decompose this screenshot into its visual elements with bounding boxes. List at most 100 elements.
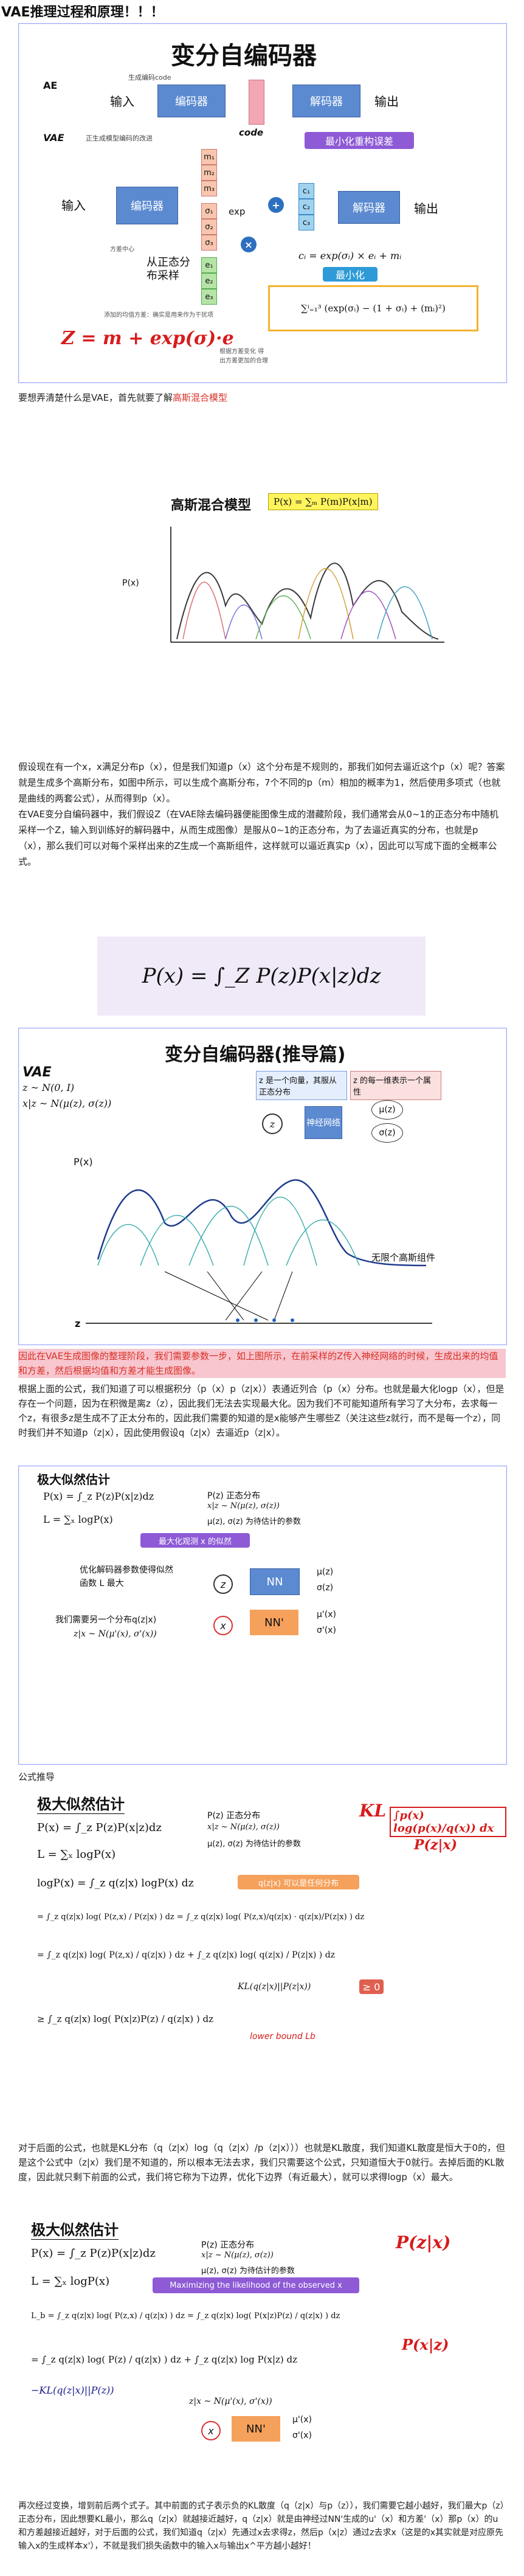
mle2-kl: KL(q(z|x)||P(z|x)): [238, 1982, 311, 1992]
mle3-kl: −KL(q(z|x)||P(z)): [31, 2384, 114, 2396]
times-node: ×: [241, 237, 257, 252]
means-column: m₁ m₂ m₃: [201, 149, 217, 196]
note-left: 方差中心: [110, 246, 134, 253]
mle1-x: x: [213, 1616, 233, 1635]
para-formula: 公式推导: [18, 1771, 55, 1782]
minimize-badge: 最小化: [323, 267, 377, 282]
para-derivation-text: 根据上面的公式，我们知道了可以根据积分（p（x）p（z|x））表通近列合（p（x…: [18, 1383, 505, 1438]
para-intro-text: 要想弄清楚什么是VAE，首先就要了解: [18, 392, 173, 403]
mle3-pz: P(z) 正态分布: [201, 2240, 255, 2250]
mle2-lb: lower bound Lb: [250, 2032, 315, 2041]
cs-column: c₁ c₂ c₃: [298, 183, 314, 230]
gmm-ylabel: P(x): [122, 578, 139, 588]
mean-1: m₁: [201, 149, 217, 165]
slide-mle-1: 极大似然估计 P(x) = ∫_z P(z)P(x|z)dz L = ∑ₓ lo…: [18, 1466, 507, 1765]
mu-node: μ(z): [371, 1100, 403, 1120]
input-label-2: 输入: [61, 198, 86, 213]
c-1: c₁: [298, 183, 314, 199]
derivation-title: 变分自编码器(推导篇): [165, 1044, 346, 1065]
e-2: e₂: [201, 273, 217, 289]
sigma-2: σ₂: [201, 219, 217, 235]
mean-2: m₂: [201, 165, 217, 181]
vae-label-4: VAE: [22, 1065, 52, 1080]
zaxis-label: z: [75, 1318, 81, 1329]
mle-title-3: 极大似然估计: [31, 2218, 119, 2240]
mle1-sigmap: σ'(x): [317, 1626, 336, 1635]
min-error-badge: 最小化重构误差: [305, 132, 414, 149]
mle2-hw3: P(z|x): [414, 1837, 457, 1853]
mle1-z: z: [213, 1574, 233, 1594]
xz-dist: x|z ~ N(μ(z), σ(z)): [22, 1098, 112, 1109]
mle3-qzx: z|x ~ N(μ'(x), σ'(x)): [189, 2397, 272, 2406]
slide-vae-overview: 变分自编码器 AE 生成编码code 输入 编码器 code 解码器 输出 最小…: [18, 23, 507, 383]
infinite-label: 无限个高斯组件: [371, 1252, 436, 1263]
mle3-lb: L_b = ∫_z q(z|x) log( P(z,x) / q(z|x) ) …: [31, 2311, 340, 2321]
mle2-hw2: ∫p(x) log(p(x)/q(x)) dx: [390, 1807, 506, 1837]
para-derivation: 因此在VAE生成图像的整理阶段，我们需要参数一步，如上图所示，在前采样的Z传入神…: [18, 1349, 506, 1440]
mle3-params: μ(z), σ(z) 为待估计的参数: [201, 2266, 295, 2276]
gmm-formula: P(x) = ∑ₘ P(m)P(x|m): [268, 493, 378, 510]
sigma-3: σ₃: [201, 235, 217, 251]
mle2-logp3: = ∫_z q(z|x) log( P(z,x) / q(z|x) ) dz +…: [37, 1950, 336, 1960]
e-1: e₁: [201, 257, 217, 273]
slide-vae-derivation: 变分自编码器(推导篇) VAE z ~ N(0, I) x|z ~ N(μ(z)…: [18, 1028, 507, 1345]
mean-3: m₃: [201, 181, 217, 196]
slide-mle-3: 极大似然估计 P(x) = ∫_z P(z)P(x|z)dz L = ∑ₓ lo…: [18, 2214, 507, 2498]
nn-box: 神经网络: [305, 1106, 342, 1139]
encoder-box: 编码器: [157, 85, 226, 117]
loss-box: ∑ⁱ₌₁³ (exp(σᵢ) − (1 + σᵢ) + (mᵢ)²): [268, 285, 478, 331]
mle2-logp1: logP(x) = ∫_z q(z|x) logP(x) dz: [37, 1877, 194, 1889]
sigma-node: σ(z): [371, 1123, 403, 1143]
mle3-xz: x|z ~ N(μ(z), σ(z)): [201, 2251, 274, 2260]
mle3-lb2: = ∫_z q(z|x) log( P(z) / q(z|x) ) dz + ∫…: [31, 2354, 298, 2365]
mle3-nnp: NN': [232, 2416, 280, 2442]
mle1-opt: 优化解码器参数使得似然函数 L 最大: [80, 1565, 173, 1588]
note-z-attr: z 的每一维表示一个属性: [350, 1071, 441, 1100]
note-z-vector: z 是一个向量，其服从正态分布: [256, 1071, 347, 1100]
mle3-maxlabel: Maximizing the likelihood of the observe…: [153, 2277, 359, 2293]
slide-mle-2: 极大似然估计 P(x) = ∫_z P(z)P(x|z)dz L = ∑ₓ lo…: [18, 1788, 507, 2117]
mle2-params: μ(z), σ(z) 为待估计的参数: [207, 1840, 301, 1849]
mle1-params: μ(z), σ(z) 为待估计的参数: [207, 1517, 301, 1526]
para-intro-link[interactable]: 高斯混合模型: [173, 392, 227, 403]
mle3-sigmap: σ'(x): [292, 2431, 312, 2440]
mle1-mu: μ(z): [317, 1567, 334, 1577]
mle2-pz: P(z) 正态分布: [207, 1811, 261, 1821]
sigmas-column: σ₁ σ₂ σ₃: [201, 203, 217, 251]
z-dist: z ~ N(0, I): [22, 1082, 75, 1093]
c-2: c₂: [298, 199, 314, 215]
mle1-pz: P(z) 正态分布: [207, 1491, 261, 1501]
mle1-maximize: 最大化观测 x 的似然: [140, 1533, 250, 1548]
derivation-plot: [86, 1179, 432, 1324]
para-kl: 对于后面的公式，也就是KL分布（q（z|x）log（q（z|x）/p（z|x））…: [18, 2142, 506, 2183]
decoder-box-2: 解码器: [338, 191, 400, 224]
para-derivation-highlight: 因此在VAE生成图像的整理阶段，我们需要参数一步，如上图所示，在前采样的Z传入神…: [18, 1349, 506, 1378]
mle3-f1: P(x) = ∫_z P(z)P(x|z)dz: [31, 2247, 156, 2260]
mle-title-1: 极大似然估计: [37, 1472, 110, 1487]
formula-c: cᵢ = exp(σᵢ) × eᵢ + mᵢ: [298, 250, 402, 261]
mle3-hw1: P(z|x): [396, 2232, 451, 2252]
mle3-f2: L = ∑ₓ logP(x): [31, 2275, 110, 2288]
mle2-ge0: ≥ 0: [359, 1979, 384, 1994]
mle1-qzx: z|x ~ N(μ'(x), σ'(x)): [74, 1629, 157, 1639]
mle2-logp2: = ∫_z q(z|x) log( P(z,x) / P(z|x) ) dz =…: [37, 1913, 365, 1922]
page-title: VAE推理过程和原理！！！: [1, 5, 164, 20]
gmm-plot: [170, 527, 444, 643]
vae-label: VAE: [43, 132, 64, 144]
gen-code-note: 生成编码code: [128, 74, 171, 81]
mle2-xz: x|z ~ N(μ(z), σ(z)): [207, 1823, 280, 1832]
mle2-f1: P(x) = ∫_z P(z)P(x|z)dz: [37, 1821, 162, 1834]
mle1-xz: x|z ~ N(μ(z), σ(z)): [207, 1501, 280, 1511]
normal-sample-label: 从正态分布采样: [147, 256, 190, 282]
handwritten-formula: Z = m + exp(σ)·e: [61, 328, 234, 349]
e-3: e₃: [201, 289, 217, 305]
plus-node: +: [268, 197, 284, 213]
para-gmm: 假设现在有一个x，x满足分布p（x），但是我们知道p（x）这个分布是不规则的，那…: [18, 761, 505, 867]
mle2-logp4: ≥ ∫_z q(z|x) log( P(x|z)P(z) / q(z|x) ) …: [37, 2013, 213, 2024]
exp-label: exp: [229, 206, 246, 217]
ae-label: AE: [43, 80, 58, 91]
mle1-nnp: NN': [250, 1610, 298, 1635]
mle3-mup: μ'(x): [292, 2415, 312, 2425]
gmm-title: 高斯混合模型: [171, 498, 252, 513]
input-label: 输入: [110, 94, 134, 109]
